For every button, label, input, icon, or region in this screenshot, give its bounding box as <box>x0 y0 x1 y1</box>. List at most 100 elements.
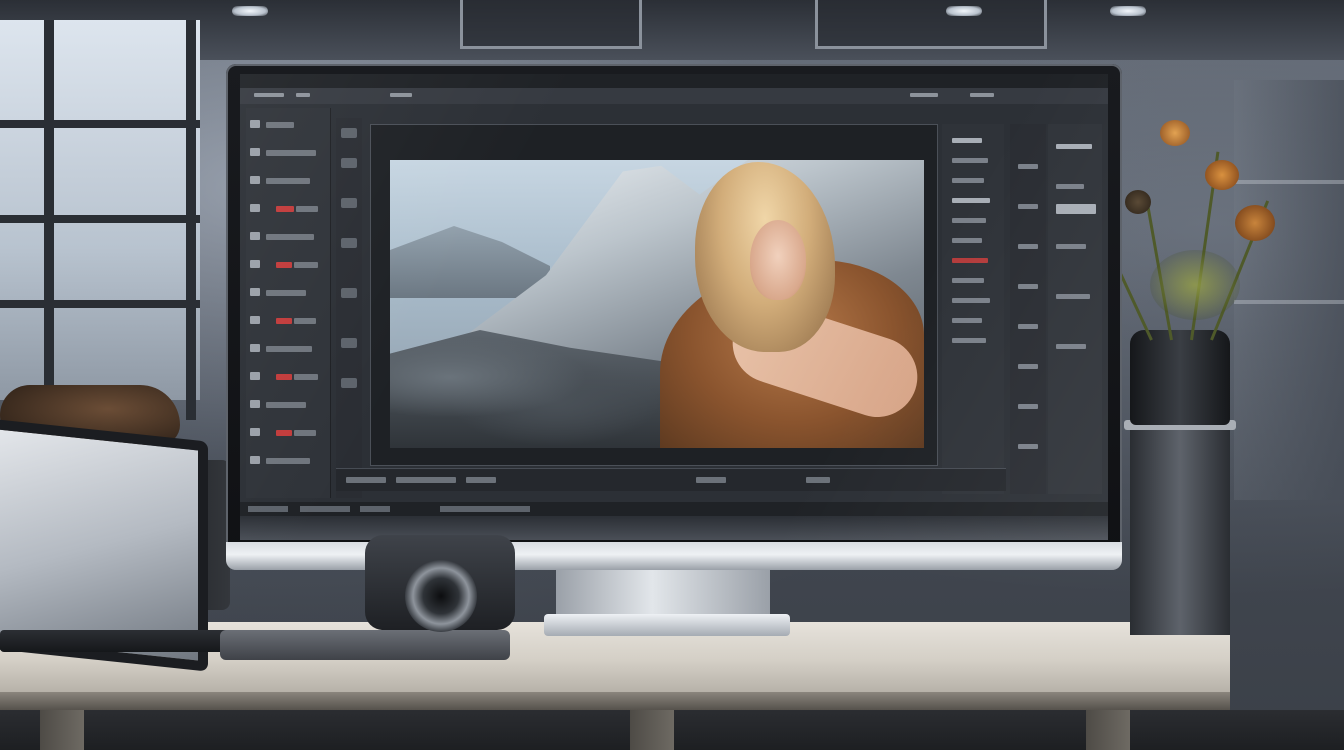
timeline-segment[interactable] <box>346 477 386 483</box>
desk-leg <box>40 710 84 750</box>
ceiling-lamp <box>232 6 268 16</box>
tool-icon[interactable] <box>250 148 260 156</box>
mini-tool-button[interactable] <box>341 288 357 298</box>
window-frame <box>0 120 200 128</box>
tool-label-active <box>276 374 292 380</box>
menu-item[interactable] <box>970 93 994 97</box>
monitor-chin <box>226 542 1122 570</box>
window-frame <box>0 300 200 308</box>
vase <box>1130 330 1230 425</box>
layer-item[interactable] <box>1018 204 1038 209</box>
mini-toolbar <box>336 118 362 498</box>
adjustments-panel <box>942 124 1004 494</box>
timeline-segment[interactable] <box>696 477 726 483</box>
property-row[interactable] <box>1056 344 1086 349</box>
property-row[interactable] <box>1056 144 1092 149</box>
layers-strip <box>1010 124 1046 494</box>
tool-icon[interactable] <box>250 316 260 324</box>
office-scene <box>0 0 1344 750</box>
layer-item[interactable] <box>1018 364 1038 369</box>
layer-item[interactable] <box>1018 164 1038 169</box>
mini-tool-button[interactable] <box>341 378 357 388</box>
shelf-line <box>1234 300 1344 304</box>
panel-row[interactable] <box>952 218 986 223</box>
timeline-segment[interactable] <box>466 477 496 483</box>
property-row[interactable] <box>1056 184 1084 189</box>
layer-item[interactable] <box>1018 284 1038 289</box>
menu-item[interactable] <box>910 93 938 97</box>
edited-photo[interactable] <box>390 160 924 448</box>
layer-item[interactable] <box>1018 404 1038 409</box>
tool-icon[interactable] <box>250 204 260 212</box>
panel-row[interactable] <box>952 158 988 163</box>
tool-icon[interactable] <box>250 428 260 436</box>
app-menubar[interactable] <box>240 74 1108 88</box>
desk-leg <box>630 710 674 750</box>
camera-mat <box>220 630 510 660</box>
screen-reflection <box>240 516 1108 540</box>
timeline-bar[interactable] <box>336 468 1006 491</box>
menu-item[interactable] <box>254 93 284 97</box>
mini-tool-button[interactable] <box>341 158 357 168</box>
tool-label <box>266 458 310 464</box>
status-item <box>440 506 530 512</box>
tool-label <box>266 122 294 128</box>
window <box>0 20 200 400</box>
tool-icon[interactable] <box>250 456 260 464</box>
flower <box>1160 120 1190 146</box>
mini-tool-button[interactable] <box>341 338 357 348</box>
tool-icon[interactable] <box>250 400 260 408</box>
tool-icon[interactable] <box>250 232 260 240</box>
ceiling-lamp <box>1110 6 1146 16</box>
mini-tool-button[interactable] <box>341 198 357 208</box>
panel-row-active[interactable] <box>952 258 988 263</box>
tool-label <box>266 402 306 408</box>
tool-icon[interactable] <box>250 344 260 352</box>
status-item <box>360 506 390 512</box>
tool-icon[interactable] <box>250 120 260 128</box>
plant-pedestal <box>1130 425 1230 635</box>
status-item <box>248 506 288 512</box>
mini-tool-button[interactable] <box>341 128 357 138</box>
tool-label-active <box>276 430 292 436</box>
desk-leg <box>1086 710 1130 750</box>
property-field[interactable] <box>1056 204 1096 214</box>
property-row[interactable] <box>1056 244 1086 249</box>
timeline-segment[interactable] <box>806 477 830 483</box>
tool-icon[interactable] <box>250 176 260 184</box>
tool-icon[interactable] <box>250 260 260 268</box>
lens-icon <box>405 560 477 632</box>
panel-row[interactable] <box>952 138 982 143</box>
panel-row[interactable] <box>952 238 982 243</box>
monitor-screen <box>240 74 1108 540</box>
tool-label <box>294 430 316 436</box>
menu-item[interactable] <box>296 93 310 97</box>
panel-row[interactable] <box>952 178 984 183</box>
tool-label-active <box>276 318 292 324</box>
panel-row[interactable] <box>952 318 982 323</box>
tool-icon[interactable] <box>250 372 260 380</box>
panel-row[interactable] <box>952 298 990 303</box>
panel-row[interactable] <box>952 278 984 283</box>
property-row[interactable] <box>1056 294 1090 299</box>
tool-icon[interactable] <box>250 288 260 296</box>
mini-tool-button[interactable] <box>341 238 357 248</box>
menu-item[interactable] <box>390 93 412 97</box>
tool-label <box>296 206 318 212</box>
panel-row[interactable] <box>952 338 986 343</box>
tools-panel <box>246 108 331 498</box>
layer-item[interactable] <box>1018 324 1038 329</box>
shelf-line <box>1234 180 1344 184</box>
layer-item[interactable] <box>1018 444 1038 449</box>
tool-label <box>294 318 316 324</box>
flower <box>1125 190 1151 214</box>
woman-face <box>750 220 806 300</box>
panel-row[interactable] <box>952 198 990 203</box>
timeline-segment[interactable] <box>396 477 456 483</box>
ceiling-panel <box>460 0 642 49</box>
layer-item[interactable] <box>1018 244 1038 249</box>
background-shelf <box>1234 80 1344 500</box>
desk-edge <box>0 692 1230 710</box>
tool-label <box>266 346 312 352</box>
tool-label-active <box>276 206 294 212</box>
